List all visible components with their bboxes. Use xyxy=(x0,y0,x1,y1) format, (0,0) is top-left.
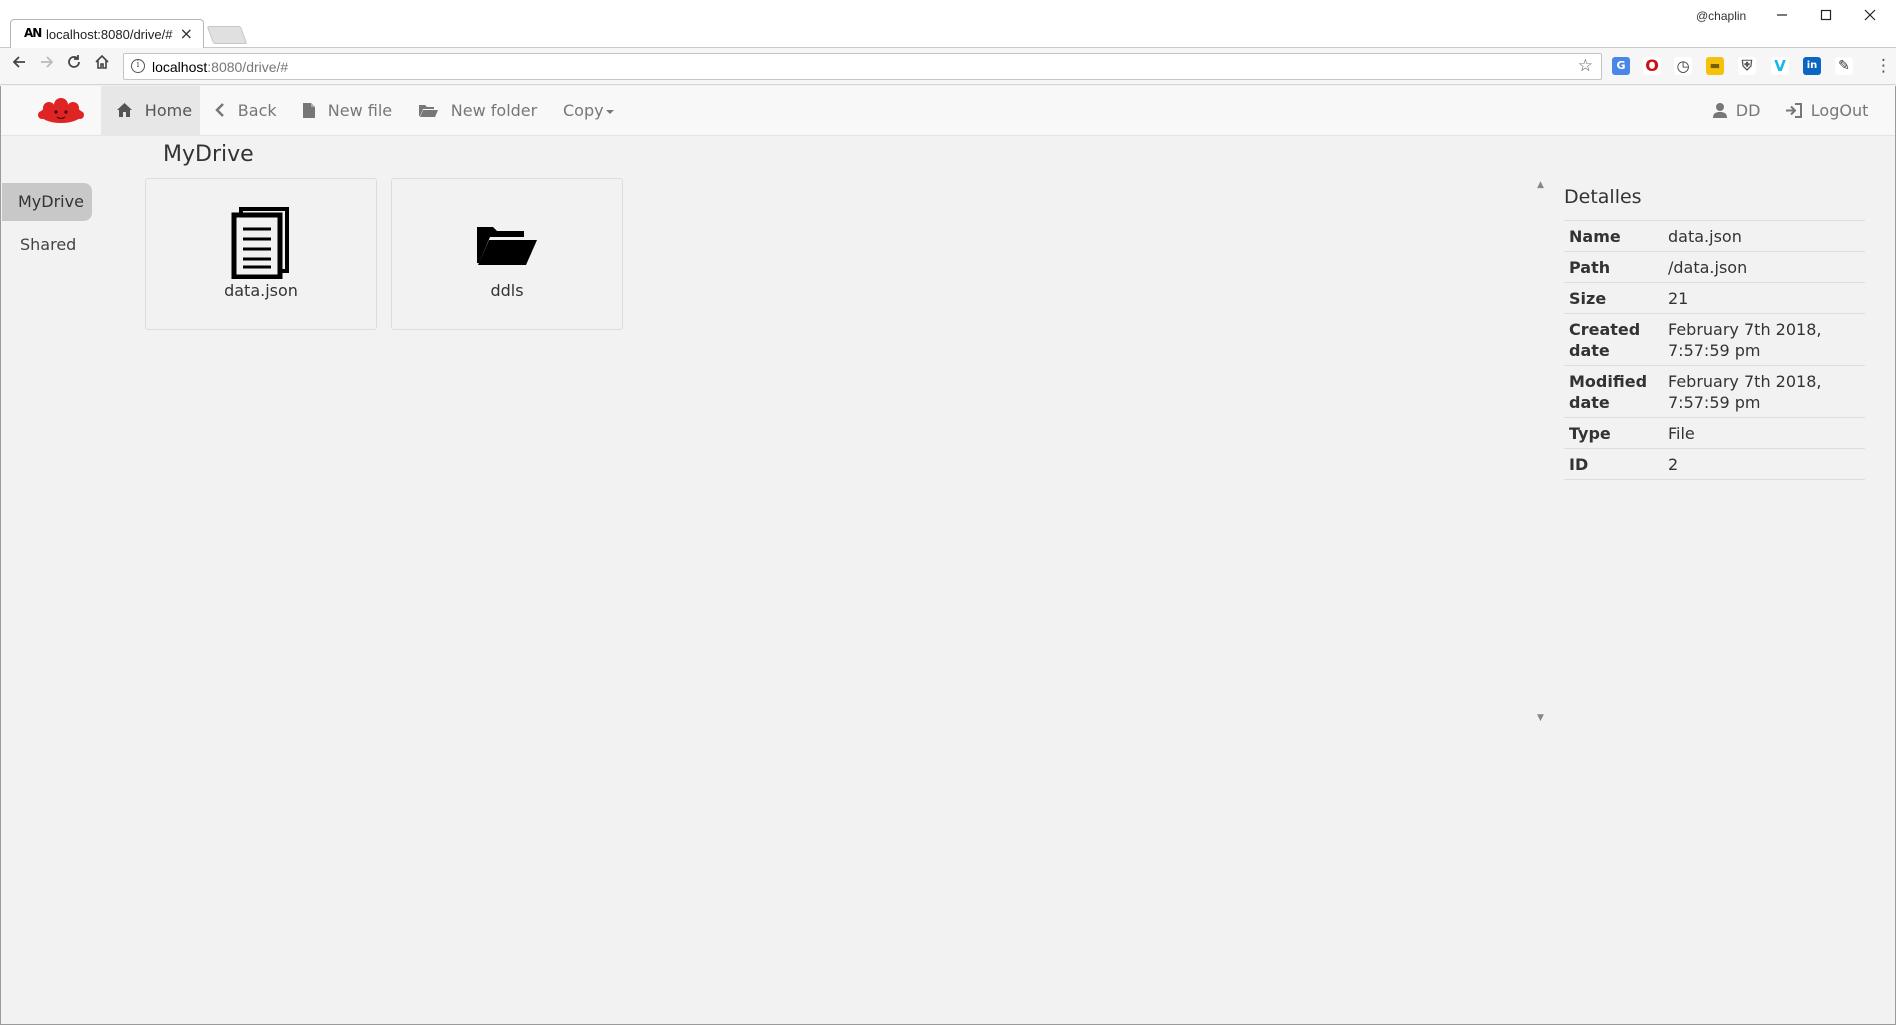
file-tile-data-json[interactable]: data.json xyxy=(145,178,377,330)
new-folder-label: New folder xyxy=(450,101,538,120)
user-label: DD xyxy=(1735,101,1761,120)
shield-extension-icon[interactable]: ⛨ xyxy=(1738,57,1756,75)
copy-label: Copy xyxy=(563,101,604,120)
details-value: 21 xyxy=(1663,282,1865,314)
tab-close-icon[interactable]: × xyxy=(180,24,193,43)
details-row: Created date February 7th 2018, 7:57:59 … xyxy=(1564,313,1865,366)
scroll-down-icon[interactable]: ▼ xyxy=(1537,713,1544,723)
logout-button[interactable]: LogOut xyxy=(1786,86,1868,136)
home-icon[interactable] xyxy=(91,54,113,76)
page-title: MyDrive xyxy=(163,142,254,167)
close-window-icon[interactable] xyxy=(1850,4,1890,26)
nav-back-button[interactable]: Back xyxy=(215,86,277,136)
browser-titlebar: AN localhost:8080/drive/# × @chaplin xyxy=(0,0,1896,49)
new-tab-button[interactable] xyxy=(206,26,248,44)
details-key: Modified date xyxy=(1564,365,1663,418)
url-host: localhost xyxy=(152,59,208,75)
browser-toolbar: i localhost:8080/drive/# ☆ G O ◷ ▬ ⛨ V i… xyxy=(0,48,1896,85)
details-value: February 7th 2018, 7:57:59 pm xyxy=(1663,365,1865,418)
pen-extension-icon[interactable]: ✎ xyxy=(1835,57,1853,75)
nav-home-label: Home xyxy=(144,101,193,120)
app-viewport: Home Back New file New folder Copy DD Lo… xyxy=(0,86,1896,1025)
details-row: Type File xyxy=(1564,417,1865,449)
browser-tab[interactable]: AN localhost:8080/drive/# × xyxy=(10,19,204,49)
details-panel: Detalles Name data.json Path /data.json … xyxy=(1564,186,1865,480)
back-arrow-icon[interactable] xyxy=(8,54,30,76)
details-row: ID 2 xyxy=(1564,448,1865,480)
new-file-button[interactable]: New file xyxy=(303,86,392,136)
details-key: Size xyxy=(1564,282,1663,314)
folder-name: ddls xyxy=(490,281,524,300)
chevron-left-icon xyxy=(215,102,230,120)
new-folder-button[interactable]: New folder xyxy=(419,86,537,136)
opera-extension-icon[interactable]: O xyxy=(1643,57,1661,75)
translate-extension-icon[interactable]: G xyxy=(1612,57,1630,75)
sidebar-item-mydrive[interactable]: MyDrive xyxy=(2,183,92,221)
file-name: data.json xyxy=(224,281,298,300)
details-key: Path xyxy=(1564,251,1663,283)
details-title: Detalles xyxy=(1564,186,1865,221)
details-value: 2 xyxy=(1663,448,1865,480)
logout-icon xyxy=(1786,102,1807,120)
sidebar-item-label: Shared xyxy=(20,235,77,254)
yellow-extension-icon[interactable]: ▬ xyxy=(1706,57,1724,75)
details-row: Path /data.json xyxy=(1564,251,1865,283)
url-path: :8080/drive/# xyxy=(207,59,289,75)
details-value: /data.json xyxy=(1663,251,1865,283)
user-icon xyxy=(1713,102,1732,120)
nav-home-button[interactable]: Home xyxy=(101,86,200,136)
details-key: Name xyxy=(1564,221,1663,252)
sidebar-item-shared[interactable]: Shared xyxy=(4,226,92,264)
user-menu[interactable]: DD xyxy=(1713,86,1760,136)
details-key: Created date xyxy=(1564,313,1663,366)
star-icon[interactable]: ☆ xyxy=(1578,56,1593,76)
logout-label: LogOut xyxy=(1810,101,1869,120)
new-file-label: New file xyxy=(327,101,393,120)
address-bar[interactable]: i localhost:8080/drive/# ☆ xyxy=(123,53,1602,80)
clock-extension-icon[interactable]: ◷ xyxy=(1674,57,1692,75)
details-row: Name data.json xyxy=(1564,221,1865,252)
details-key: Type xyxy=(1564,417,1663,449)
maximize-icon[interactable] xyxy=(1806,4,1846,26)
tab-favicon: AN xyxy=(24,26,42,40)
folder-tile-ddls[interactable]: ddls xyxy=(391,178,623,330)
scroll-up-icon[interactable]: ▲ xyxy=(1537,180,1544,190)
forward-arrow-icon[interactable] xyxy=(36,54,58,76)
info-icon[interactable]: i xyxy=(131,59,145,73)
details-key: ID xyxy=(1564,448,1663,480)
menu-icon[interactable]: ⋮ xyxy=(1875,56,1892,76)
caret-down-icon xyxy=(605,109,614,114)
minimize-icon[interactable] xyxy=(1762,4,1802,26)
linkedin-extension-icon[interactable]: in xyxy=(1803,57,1821,75)
vimeo-extension-icon[interactable]: V xyxy=(1771,57,1789,75)
tab-title: localhost:8080/drive/# xyxy=(46,27,173,42)
details-value: February 7th 2018, 7:57:59 pm xyxy=(1663,313,1865,366)
folder-open-icon xyxy=(419,102,443,120)
details-value: data.json xyxy=(1663,221,1865,252)
file-icon xyxy=(303,102,320,120)
folder-open-icon xyxy=(477,227,537,265)
brand-logo-icon[interactable] xyxy=(35,98,87,126)
nav-back-label: Back xyxy=(237,101,277,120)
reload-icon[interactable] xyxy=(63,54,85,76)
details-row: Size 21 xyxy=(1564,282,1865,314)
details-row: Modified date February 7th 2018, 7:57:59… xyxy=(1564,365,1865,418)
home-icon xyxy=(117,102,137,120)
document-icon xyxy=(231,207,289,279)
profile-name[interactable]: @chaplin xyxy=(1696,9,1746,23)
sidebar-item-label: MyDrive xyxy=(18,192,84,211)
details-table: Name data.json Path /data.json Size 21 C… xyxy=(1564,221,1865,480)
details-value: File xyxy=(1663,417,1865,449)
copy-dropdown[interactable]: Copy xyxy=(563,86,614,136)
app-navbar: Home Back New file New folder Copy DD Lo… xyxy=(1,86,1895,136)
